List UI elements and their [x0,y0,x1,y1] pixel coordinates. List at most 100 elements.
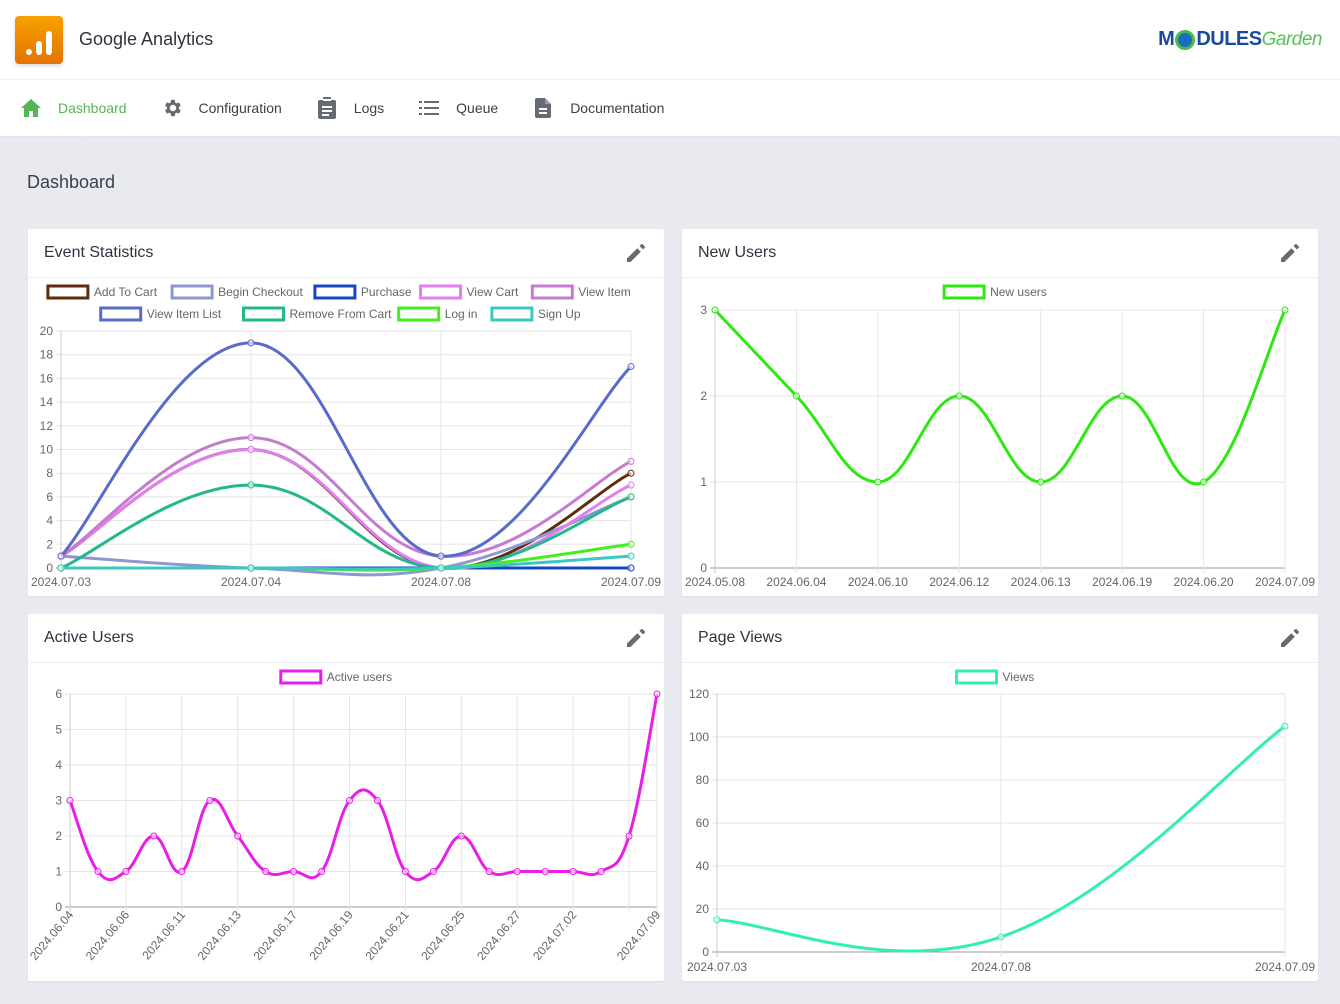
data-point [1281,306,1289,314]
data-point [247,339,255,347]
data-point [874,478,882,486]
event-statistics-chart: Add To Cart Begin Checkout Purchase View Ca… [31,284,661,589]
legend-label: Remove From Cart [290,307,393,321]
logo-text-dules: DULES [1196,28,1262,50]
google-analytics-logo-icon [15,15,63,64]
legend-item[interactable]: Views [955,669,1035,685]
data-point [627,540,635,548]
legend-swatch [279,669,323,685]
legend-label: Active users [327,670,392,684]
legend-swatch [419,284,462,300]
modulesgarden-logo[interactable]: M DULES Garden [1158,28,1322,51]
top-bar: Google Analytics M DULES Garden [0,0,1340,80]
legend-label: View Item [578,285,630,299]
data-point [429,868,437,875]
data-point [713,916,721,924]
legend-swatch [313,284,357,300]
nav-item-dashboard[interactable]: Dashboard [20,97,127,119]
nav-item-logs[interactable]: Logs [316,97,384,119]
data-point [437,564,445,572]
data-point [627,552,635,560]
x-tick-label: 2024.06.21 [362,908,412,963]
legend-item[interactable]: View Item [530,284,631,300]
nav-item-queue[interactable]: Queue [418,97,498,119]
y-tick-label: 1 [700,475,707,489]
x-tick-label: 2024.06.06 [83,908,133,963]
y-tick-label: 60 [696,816,710,830]
legend-item[interactable]: View Cart [419,284,519,300]
data-point [457,832,465,840]
y-tick-label: 120 [689,687,709,701]
data-point [627,564,635,572]
y-tick-label: 100 [689,730,709,744]
y-tick-label: 5 [55,723,62,737]
data-point [262,868,270,875]
data-point [711,306,719,314]
y-tick-label: 16 [40,371,54,385]
legend-item[interactable]: Log in [397,306,478,322]
data-point [247,446,255,453]
nav-label: Queue [456,100,499,116]
pencil-icon[interactable] [624,241,648,265]
legend-item[interactable]: Remove From Cart [242,306,393,322]
data-point [1200,478,1208,486]
legend-swatch [170,284,214,300]
pencil-icon[interactable] [1278,241,1302,265]
y-tick-label: 3 [55,794,62,808]
card-new-users: New Users New users 0 1 2 3 2024.05.08 2024.06… [682,229,1318,596]
data-point [247,481,255,489]
data-point [997,933,1005,941]
legend-swatch [955,669,998,685]
series-line [60,447,632,570]
x-tick-label: 2024.06.17 [251,908,301,963]
home-icon [20,97,42,119]
x-tick-label: 2024.06.11 [139,908,188,963]
legend-item[interactable]: View Item List [99,306,222,322]
card-title: Page Views [698,629,783,646]
nav-item-configuration[interactable]: Configuration [161,97,282,119]
x-tick-label: 2024.05.08 [685,575,745,589]
series-active-users [66,690,661,882]
nav-label: Logs [353,100,385,116]
legend-label: New users [990,285,1047,299]
nav-label: Configuration [198,100,282,116]
y-tick-label: 18 [40,348,54,362]
x-tick-label: 2024.07.03 [687,960,747,974]
y-tick-label: 2 [55,829,62,843]
x-tick-label: 2024.06.19 [1092,575,1152,589]
y-tick-label: 40 [696,859,710,873]
legend-item[interactable]: Active users [279,669,392,685]
data-point [625,832,633,840]
data-point [178,868,186,875]
x-tick-label: 2024.07.02 [530,908,580,963]
data-point [234,832,242,840]
legend-item[interactable]: Purchase [313,284,412,300]
data-point [1037,478,1045,486]
chart-legend: Active users [279,669,392,685]
app-title: Google Analytics [79,29,214,49]
x-tick-label: 2024.06.20 [1174,575,1234,589]
legend-item[interactable]: Add To Cart [46,284,158,300]
data-point [569,868,577,875]
legend-label: Add To Cart [94,285,158,299]
card-active-users: Active Users Active users 0 1 2 3 4 5 6 2024.06.… [28,614,664,981]
data-point [373,797,381,804]
legend-label: Views [1003,670,1035,684]
data-point [1281,722,1289,730]
nav-item-documentation[interactable]: Documentation [532,97,664,119]
x-tick-label: 2024.06.12 [929,575,989,589]
data-point [627,457,635,465]
pencil-icon[interactable] [1278,626,1302,650]
legend-item[interactable]: New users [942,284,1047,300]
legend-item[interactable]: Begin Checkout [170,284,303,300]
legend-item[interactable]: Sign Up [490,306,581,322]
y-tick-label: 2 [700,389,707,403]
y-tick-label: 12 [40,419,54,433]
pencil-icon[interactable] [624,626,648,650]
data-point [94,868,102,875]
data-point [290,868,298,875]
clipboard-icon [316,97,338,119]
series-line [68,693,659,882]
y-tick-label: 6 [46,490,53,504]
legend-label: Begin Checkout [218,285,303,299]
